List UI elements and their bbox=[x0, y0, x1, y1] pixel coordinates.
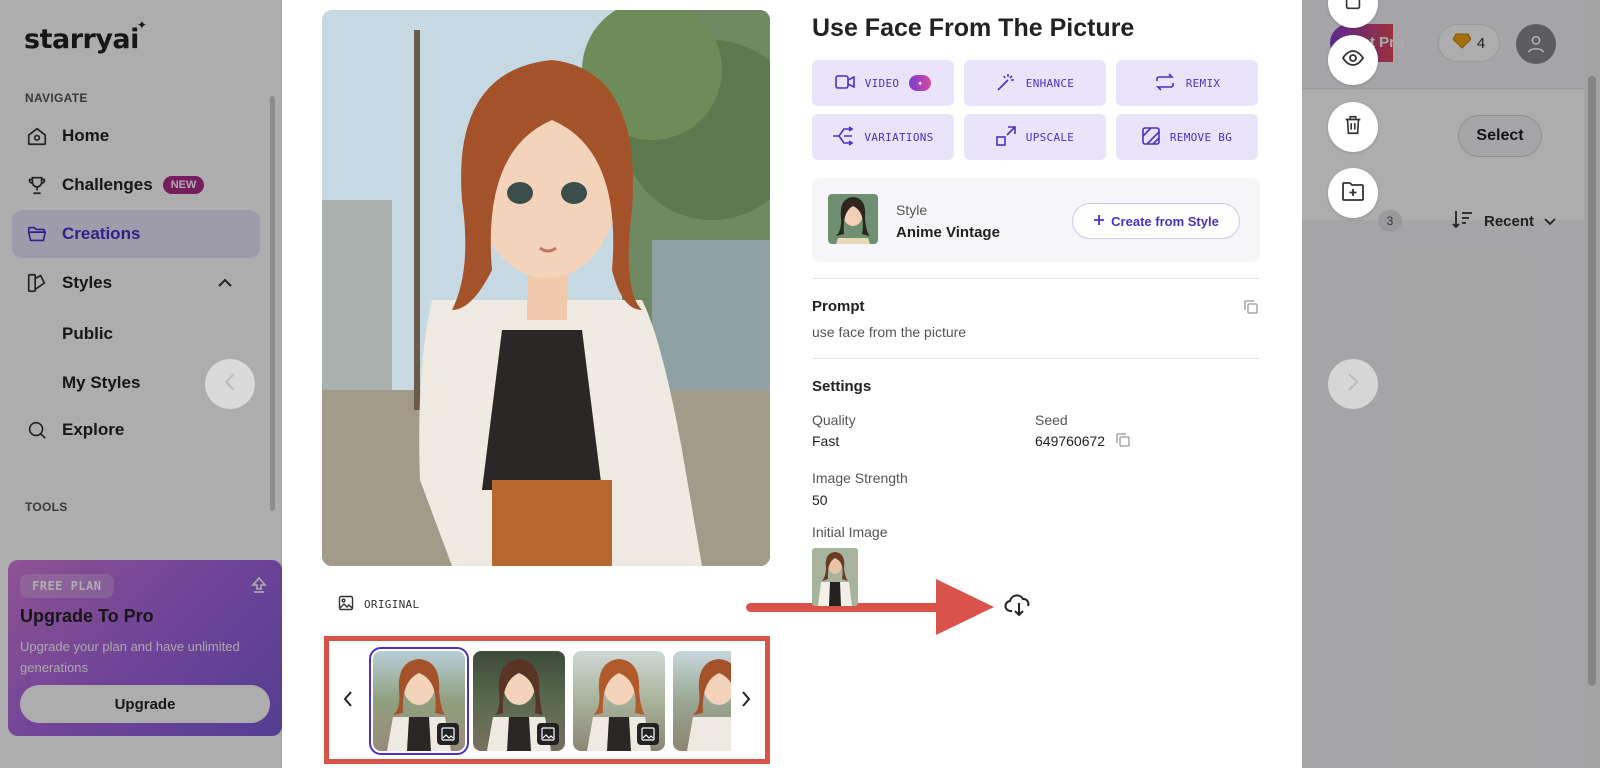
image-icon bbox=[437, 723, 459, 745]
magic-wand-icon bbox=[996, 72, 1016, 95]
style-thumbnail[interactable] bbox=[828, 194, 878, 244]
initial-image-art bbox=[812, 548, 858, 606]
next-creation-button[interactable] bbox=[1328, 359, 1378, 409]
video-icon bbox=[834, 74, 855, 93]
pro-sparkle-icon: ✦ bbox=[909, 75, 932, 91]
original-toggle[interactable]: ORIGINAL bbox=[338, 595, 419, 614]
variations-icon bbox=[832, 125, 854, 149]
initial-image-thumbnail[interactable] bbox=[812, 548, 858, 606]
creation-title: Use Face From The Picture bbox=[812, 14, 1135, 42]
initial-image-label: Initial Image bbox=[812, 524, 888, 540]
create-from-style-button[interactable]: Create from Style bbox=[1072, 203, 1240, 239]
divider bbox=[812, 358, 1260, 359]
original-label: ORIGINAL bbox=[364, 598, 420, 611]
seed-label: Seed bbox=[1035, 412, 1068, 428]
thumbnail-4[interactable] bbox=[673, 651, 733, 751]
upscale-icon bbox=[995, 125, 1016, 149]
anime-portrait-illustration bbox=[322, 10, 770, 566]
chevron-right-icon bbox=[741, 690, 751, 712]
upscale-button[interactable]: UPSCALE bbox=[964, 114, 1106, 160]
annotation-arrow-head bbox=[936, 579, 994, 635]
chevron-right-icon bbox=[1347, 372, 1359, 396]
generated-image[interactable] bbox=[322, 10, 770, 566]
thumbnail-3[interactable] bbox=[573, 651, 665, 751]
thumbnail-1[interactable] bbox=[369, 647, 469, 755]
chevron-left-icon bbox=[343, 690, 353, 712]
copy-icon bbox=[1244, 300, 1258, 314]
remix-button[interactable]: REMIX bbox=[1116, 60, 1258, 106]
add-to-folder-button[interactable] bbox=[1328, 168, 1378, 218]
style-label: Style bbox=[896, 202, 928, 218]
enhance-button[interactable]: ENHANCE bbox=[964, 60, 1106, 106]
creation-detail-modal: ORIGINAL Use Face From The Picture VIDEO… bbox=[282, 0, 1302, 768]
seed-value: 649760672 bbox=[1035, 433, 1106, 449]
eye-icon bbox=[1341, 46, 1365, 75]
variations-button[interactable]: VARIATIONS bbox=[812, 114, 954, 160]
chevron-left-icon bbox=[224, 372, 236, 396]
image-strength-label: Image Strength bbox=[812, 470, 908, 486]
enhance-label: ENHANCE bbox=[1025, 76, 1075, 90]
divider bbox=[812, 278, 1260, 279]
carousel-next-button[interactable] bbox=[731, 651, 761, 751]
copy-seed-button[interactable] bbox=[1116, 433, 1130, 452]
video-button[interactable]: VIDEO ✦ bbox=[812, 60, 954, 106]
carousel-prev-button[interactable] bbox=[333, 651, 363, 751]
create-from-style-label: Create from Style bbox=[1111, 213, 1219, 229]
trash-icon bbox=[1342, 114, 1364, 141]
upscale-label: UPSCALE bbox=[1025, 130, 1075, 144]
video-label: VIDEO bbox=[864, 76, 900, 90]
remove-bg-icon bbox=[1142, 126, 1160, 148]
toggle-visibility-button[interactable] bbox=[1328, 35, 1378, 85]
remix-label: REMIX bbox=[1185, 76, 1221, 90]
thumbnail-2[interactable] bbox=[473, 651, 565, 751]
image-icon bbox=[338, 595, 354, 614]
image-strength-value: 50 bbox=[812, 492, 828, 508]
style-name: Anime Vintage bbox=[896, 224, 1000, 241]
image-icon bbox=[637, 723, 659, 745]
quality-label: Quality bbox=[812, 412, 856, 428]
copy-icon bbox=[1116, 433, 1130, 447]
style-thumbnail-art bbox=[828, 194, 878, 244]
variations-label: VARIATIONS bbox=[864, 130, 934, 144]
settings-heading: Settings bbox=[812, 378, 872, 395]
delete-button[interactable] bbox=[1328, 102, 1378, 152]
download-icon bbox=[1004, 594, 1030, 617]
prompt-heading: Prompt bbox=[812, 298, 865, 315]
copy-prompt-button[interactable] bbox=[1244, 300, 1258, 319]
remove-bg-label: REMOVE BG bbox=[1169, 130, 1233, 144]
download-button[interactable] bbox=[1004, 590, 1034, 620]
style-card: Style Anime Vintage Create from Style bbox=[812, 178, 1260, 262]
plus-icon bbox=[1093, 214, 1105, 229]
folder-plus-icon bbox=[1341, 180, 1365, 207]
thumbnail-carousel bbox=[324, 636, 770, 764]
prompt-text: use face from the picture bbox=[812, 324, 967, 340]
quality-value: Fast bbox=[812, 433, 840, 449]
image-icon bbox=[537, 723, 559, 745]
share-icon bbox=[1342, 0, 1364, 17]
remix-icon bbox=[1154, 72, 1176, 94]
previous-creation-button[interactable] bbox=[205, 359, 255, 409]
remove-bg-button[interactable]: REMOVE BG bbox=[1116, 114, 1258, 160]
thumbnail-4-art bbox=[687, 659, 733, 751]
